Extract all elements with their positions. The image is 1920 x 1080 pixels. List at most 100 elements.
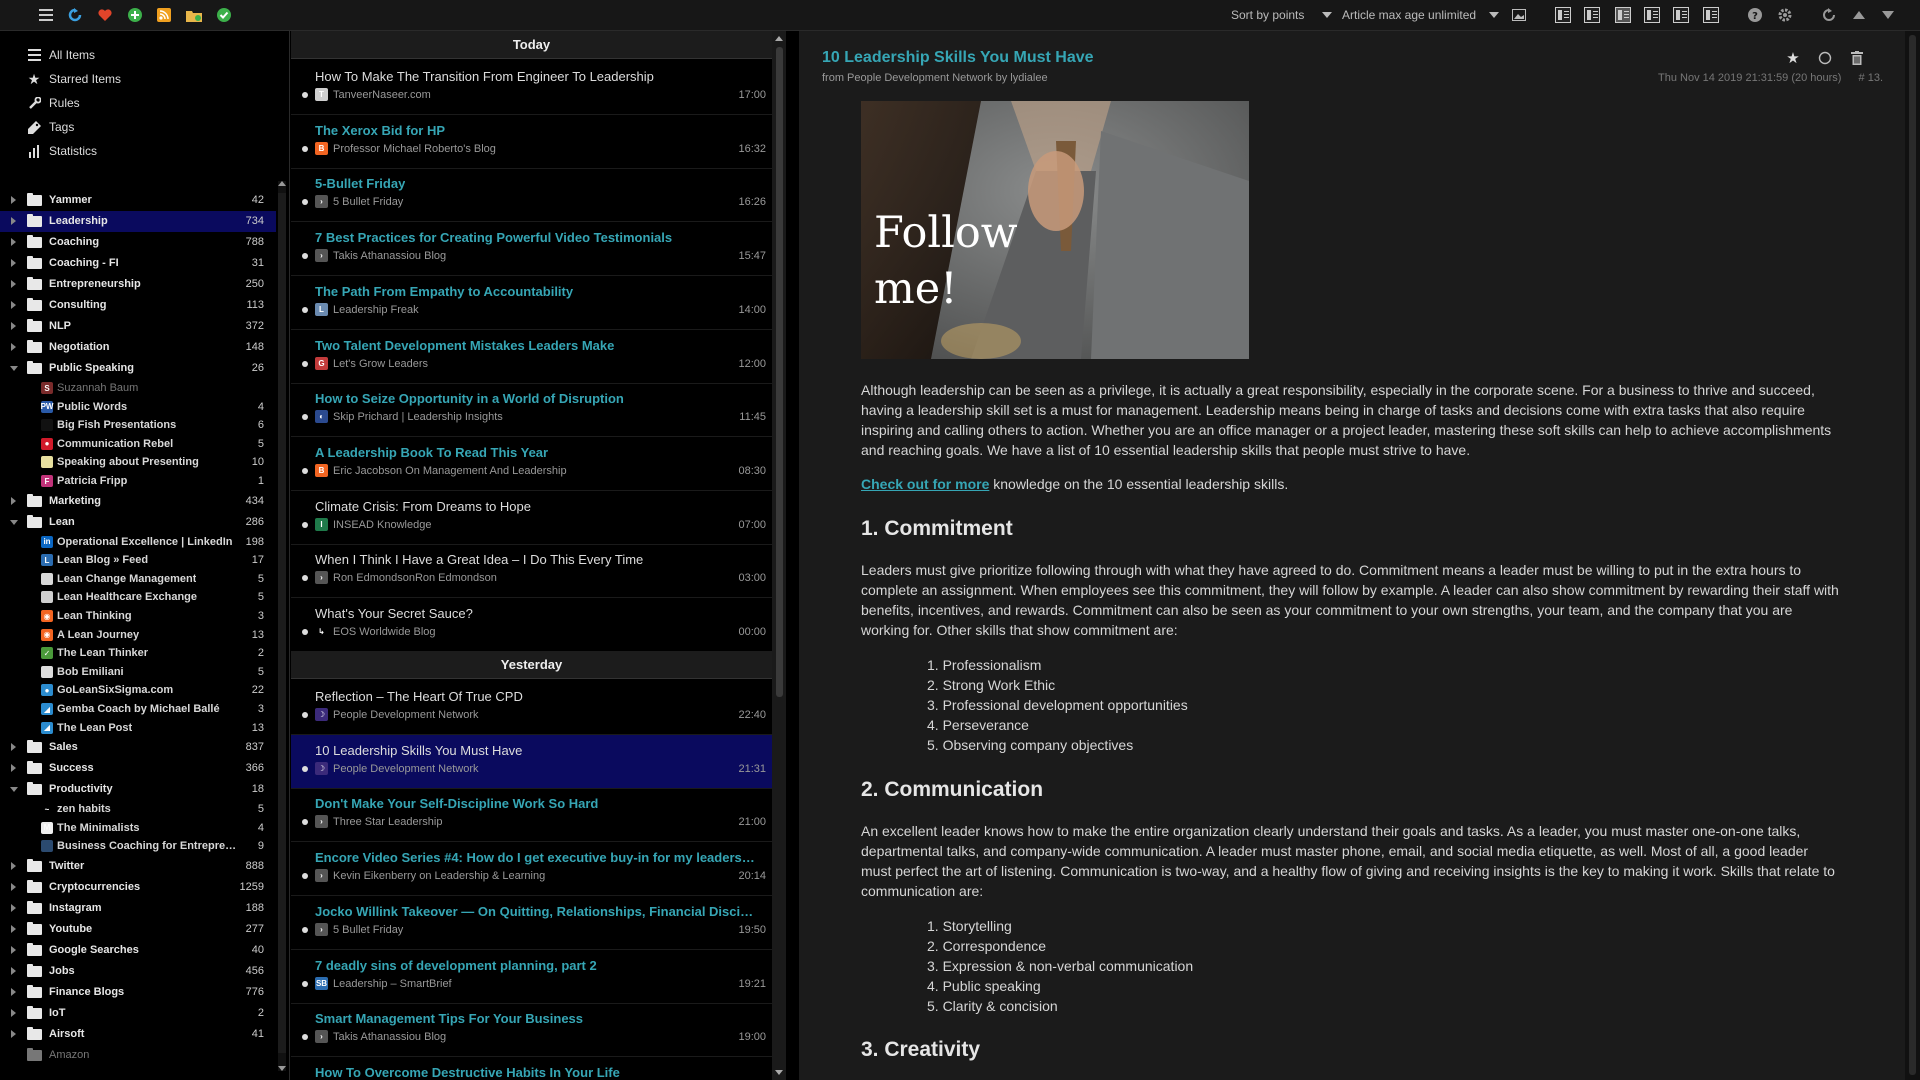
age-dropdown-icon[interactable] bbox=[1485, 6, 1503, 24]
scrollbar-thumb[interactable] bbox=[1909, 35, 1916, 1075]
scroll-down-arrow-icon[interactable] bbox=[775, 1070, 783, 1075]
feed-item[interactable]: S Suzannah Baum bbox=[0, 379, 276, 397]
expand-arrow-icon[interactable] bbox=[11, 883, 16, 891]
feed-item[interactable]: ◉ Lean Thinking 3 bbox=[0, 607, 276, 625]
read-status-dot-icon[interactable] bbox=[302, 629, 308, 635]
expand-arrow-icon[interactable] bbox=[11, 496, 16, 505]
feed-item[interactable]: ◢ The Lean Post 13 bbox=[0, 719, 276, 737]
article-list-item[interactable]: The Path From Empathy to Accountability L… bbox=[291, 276, 772, 330]
folder-jobs[interactable]: Jobs 456 bbox=[0, 961, 276, 982]
folder-finance-blogs[interactable]: Finance Blogs 776 bbox=[0, 982, 276, 1003]
feed-item[interactable]: ● GoLeanSixSigma.com 22 bbox=[0, 681, 276, 699]
settings-gear-icon[interactable] bbox=[1776, 6, 1794, 24]
expand-arrow-icon[interactable] bbox=[11, 280, 16, 288]
nav-starred-items[interactable]: ★ Starred Items bbox=[0, 68, 289, 90]
expand-arrow-icon[interactable] bbox=[11, 925, 16, 933]
feed-item[interactable]: Lean Change Management 5 bbox=[0, 570, 276, 588]
article-list-item[interactable]: When I Think I Have a Great Idea – I Do … bbox=[291, 544, 772, 599]
read-status-dot-icon[interactable] bbox=[302, 873, 308, 880]
folder-consulting[interactable]: Consulting 113 bbox=[0, 295, 276, 316]
folder-marketing[interactable]: Marketing 434 bbox=[0, 491, 276, 512]
article-list-item[interactable]: How To Overcome Destructive Habits In Yo… bbox=[291, 1057, 772, 1080]
sort-dropdown-icon[interactable] bbox=[1318, 6, 1336, 24]
feed-item[interactable]: Speaking about Presenting 10 bbox=[0, 453, 276, 471]
next-article-icon[interactable] bbox=[1879, 6, 1897, 24]
folder-leadership[interactable]: Leadership 734 bbox=[0, 211, 276, 232]
read-status-dot-icon[interactable] bbox=[302, 819, 308, 826]
check-out-link[interactable]: Check out for more bbox=[861, 476, 989, 492]
article-title[interactable]: 10 Leadership Skills You Must Have bbox=[822, 49, 1094, 67]
folder-amazon[interactable]: Amazon bbox=[0, 1045, 276, 1066]
expand-arrow-icon[interactable] bbox=[11, 1030, 16, 1038]
article-list-item[interactable]: 7 Best Practices for Creating Powerful V… bbox=[291, 222, 772, 277]
scroll-up-arrow-icon[interactable] bbox=[278, 181, 286, 186]
article-list-item[interactable]: Don't Make Your Self-Discipline Work So … bbox=[291, 788, 772, 843]
expand-arrow-icon[interactable] bbox=[11, 946, 16, 954]
expand-arrow-icon[interactable] bbox=[11, 764, 16, 773]
read-status-dot-icon[interactable] bbox=[302, 467, 308, 474]
feed-item[interactable]: ● Communication Rebel 5 bbox=[0, 435, 276, 453]
expand-arrow-icon[interactable] bbox=[11, 904, 16, 912]
article-list-scrollbar[interactable] bbox=[772, 31, 786, 1080]
article-list-item[interactable]: 7 deadly sins of development planning, p… bbox=[291, 950, 772, 1004]
expand-arrow-icon[interactable] bbox=[11, 967, 16, 975]
expand-arrow-icon[interactable] bbox=[11, 322, 16, 330]
layout-list-icon[interactable] bbox=[1554, 6, 1572, 24]
layout-split-icon[interactable] bbox=[1614, 6, 1632, 24]
article-list-item[interactable]: Smart Management Tips For Your Business ›… bbox=[291, 1003, 772, 1058]
article-list-item[interactable]: Two Talent Development Mistakes Leaders … bbox=[291, 330, 772, 384]
folder-google-searches[interactable]: Google Searches 40 bbox=[0, 940, 276, 961]
collapse-arrow-icon[interactable] bbox=[10, 787, 18, 793]
read-status-dot-icon[interactable] bbox=[302, 92, 308, 98]
nav-all-items[interactable]: All Items bbox=[0, 44, 289, 66]
folder-public-speaking[interactable]: Public Speaking 26 bbox=[0, 358, 276, 379]
expand-arrow-icon[interactable] bbox=[11, 743, 16, 752]
folder-airsoft[interactable]: Airsoft 41 bbox=[0, 1024, 276, 1045]
nav-tags[interactable]: Tags bbox=[0, 116, 289, 138]
expand-arrow-icon[interactable] bbox=[11, 259, 16, 267]
folder-productivity[interactable]: Productivity 18 bbox=[0, 779, 276, 800]
expand-arrow-icon[interactable] bbox=[11, 1009, 16, 1017]
folder-youtube[interactable]: Youtube 277 bbox=[0, 919, 276, 940]
scrollbar-thumb[interactable] bbox=[278, 193, 286, 1053]
help-icon[interactable]: ? bbox=[1746, 6, 1764, 24]
article-list-item[interactable]: 10 Leadership Skills You Must Have ☽ Peopl… bbox=[291, 734, 772, 789]
read-status-dot-icon[interactable] bbox=[302, 145, 308, 152]
read-status-dot-icon[interactable] bbox=[302, 414, 308, 421]
read-status-dot-icon[interactable] bbox=[302, 765, 308, 772]
feed-item[interactable]: ◢ Gemba Coach by Michael Ballé 3 bbox=[0, 700, 276, 718]
feed-item[interactable]: ◉ A Lean Journey 13 bbox=[0, 626, 276, 644]
expand-arrow-icon[interactable] bbox=[11, 217, 16, 225]
layout-compact-icon[interactable] bbox=[1672, 6, 1690, 24]
read-status-dot-icon[interactable] bbox=[302, 575, 308, 582]
article-list-item[interactable]: Encore Video Series #4: How do I get exe… bbox=[291, 842, 772, 897]
feed-item[interactable]: F Patricia Fripp 1 bbox=[0, 472, 276, 490]
expand-arrow-icon[interactable] bbox=[11, 301, 16, 309]
layout-grid-icon[interactable] bbox=[1643, 6, 1661, 24]
feed-item[interactable]: in Operational Excellence | LinkedIn 198 bbox=[0, 533, 276, 551]
article-list-item[interactable]: 5-Bullet Friday › 5 Bullet Friday 16:26 bbox=[291, 168, 772, 223]
article-pane-scrollbar[interactable] bbox=[1905, 31, 1920, 1080]
feed-item[interactable]: Big Fish Presentations 6 bbox=[0, 416, 276, 434]
expand-arrow-icon[interactable] bbox=[11, 238, 16, 246]
read-status-dot-icon[interactable] bbox=[302, 360, 308, 367]
folder-coaching-fi[interactable]: Coaching - FI 31 bbox=[0, 253, 276, 274]
add-folder-icon[interactable] bbox=[185, 6, 203, 24]
folder-twitter[interactable]: Twitter 888 bbox=[0, 856, 276, 877]
read-status-dot-icon[interactable] bbox=[302, 253, 308, 260]
layout-cards-icon[interactable] bbox=[1702, 6, 1720, 24]
feed-item[interactable]: L Lean Blog » Feed 17 bbox=[0, 551, 276, 569]
expand-arrow-icon[interactable] bbox=[11, 343, 16, 351]
expand-arrow-icon[interactable] bbox=[11, 196, 16, 204]
reload-icon[interactable] bbox=[1820, 6, 1838, 24]
trash-icon[interactable] bbox=[1848, 49, 1866, 67]
folder-nlp[interactable]: NLP 372 bbox=[0, 316, 276, 337]
folder-lean[interactable]: Lean 286 bbox=[0, 512, 276, 533]
hamburger-menu-icon[interactable] bbox=[37, 6, 55, 24]
collapse-arrow-icon[interactable] bbox=[10, 519, 18, 525]
expand-arrow-icon[interactable] bbox=[11, 988, 16, 996]
folder-iot[interactable]: IoT 2 bbox=[0, 1003, 276, 1024]
scroll-up-arrow-icon[interactable] bbox=[775, 36, 783, 41]
folder-instagram[interactable]: Instagram 188 bbox=[0, 898, 276, 919]
read-status-dot-icon[interactable] bbox=[302, 306, 308, 313]
